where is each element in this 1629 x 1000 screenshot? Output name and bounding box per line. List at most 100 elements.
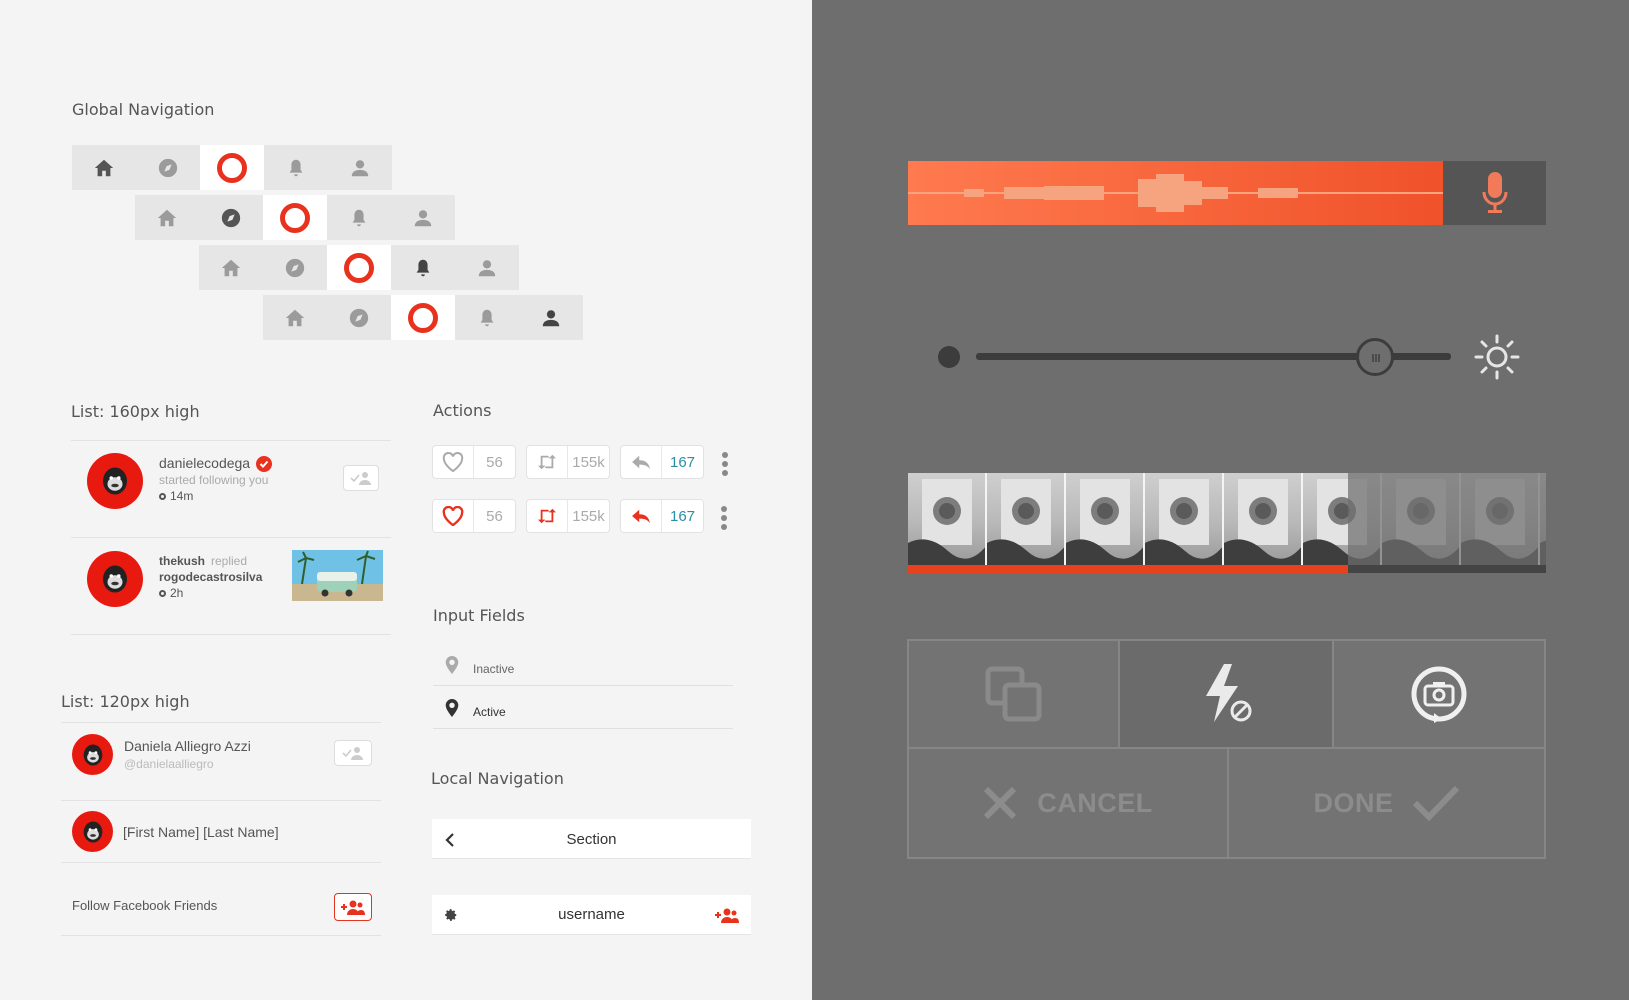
nav-notifications-tab[interactable] (455, 295, 519, 340)
nav-camera-tab[interactable] (327, 245, 391, 290)
nav-explore-tab[interactable] (327, 295, 391, 340)
add-friends-icon[interactable] (713, 907, 741, 923)
list-item-name[interactable]: [First Name] [Last Name] (123, 824, 279, 840)
compass-icon (158, 158, 178, 177)
capture-ring-icon (408, 302, 438, 333)
nav-notifications-tab[interactable] (327, 195, 391, 240)
brightness-sun-icon[interactable] (1474, 334, 1520, 380)
timeline-remaining (1348, 565, 1546, 573)
reply-count: 167 (661, 500, 703, 532)
global-nav-explore-active (135, 195, 455, 240)
repost-count: 155k (567, 446, 609, 478)
location-pin-icon (445, 656, 459, 674)
multi-capture-button[interactable] (907, 639, 1120, 749)
divider (61, 935, 381, 936)
global-nav-home-active (72, 145, 392, 190)
inactive-input[interactable]: Inactive (433, 652, 733, 686)
like-count: 56 (473, 500, 515, 532)
switch-camera-button[interactable] (1332, 639, 1546, 749)
follow-button[interactable] (334, 740, 372, 766)
video-frame (1224, 473, 1303, 565)
nav-explore-tab[interactable] (136, 145, 200, 190)
repost-count: 155k (567, 500, 609, 532)
component-sheet: Global Navigation List: 160px high danie… (0, 0, 812, 1000)
home-icon (157, 209, 177, 226)
list-item-username[interactable]: thekush (159, 554, 205, 568)
local-nav-bar: Section (432, 819, 751, 859)
cancel-button[interactable]: CANCEL (907, 747, 1229, 859)
repost-icon (538, 454, 556, 470)
avatar (87, 453, 143, 509)
avatar (72, 811, 113, 852)
done-button[interactable]: DONE (1227, 747, 1546, 859)
reply-action[interactable]: 167 (620, 445, 704, 479)
section-title-list-120: List: 120px high (61, 692, 190, 711)
bell-icon (352, 209, 366, 226)
nav-profile-tab[interactable] (391, 195, 455, 240)
microphone-button[interactable] (1443, 161, 1546, 225)
list-item[interactable]: danielecodega started following you 14m (71, 441, 391, 537)
home-icon (221, 259, 241, 276)
nav-camera-tab[interactable] (200, 145, 264, 190)
add-friends-icon (341, 900, 365, 915)
post-thumbnail[interactable] (292, 550, 383, 601)
list-item-username[interactable]: danielecodega (159, 455, 250, 471)
inactive-input-placeholder: Inactive (473, 662, 515, 676)
nav-notifications-tab[interactable] (391, 245, 455, 290)
list-item[interactable]: [First Name] [Last Name] (61, 808, 381, 858)
nav-home-tab[interactable] (135, 195, 199, 240)
list-item[interactable]: Daniela Alliegro Azzi @danielaalliegro (61, 723, 381, 783)
divider (61, 862, 381, 863)
video-timeline[interactable] (908, 473, 1546, 573)
profile-nav-bar: username (432, 895, 751, 935)
audio-waveform (908, 174, 1443, 212)
repost-icon (538, 508, 556, 524)
compass-icon (221, 208, 241, 227)
list-item-name[interactable]: Daniela Alliegro Azzi (124, 738, 251, 754)
reply-icon (632, 455, 650, 470)
like-action-active[interactable]: 56 (432, 499, 516, 533)
section-title-local-nav: Local Navigation (431, 769, 564, 788)
flash-off-icon (1206, 664, 1252, 722)
person-icon (542, 309, 560, 326)
timeline-progress (908, 565, 1348, 573)
switch-camera-icon (1411, 666, 1467, 723)
nav-home-tab[interactable] (199, 245, 263, 290)
nav-profile-tab[interactable] (328, 145, 392, 190)
brightness-slider-thumb[interactable] (1356, 338, 1394, 376)
like-action[interactable]: 56 (432, 445, 516, 479)
repost-action-active[interactable]: 155k (526, 499, 610, 533)
follow-button[interactable] (343, 465, 379, 491)
nav-home-tab[interactable] (263, 295, 327, 340)
list-item-handle: @danielaalliegro (124, 757, 214, 771)
divider (71, 634, 391, 635)
repost-action[interactable]: 155k (526, 445, 610, 479)
van-photo (292, 550, 383, 601)
local-nav-title: Section (566, 831, 617, 848)
bell-icon (480, 309, 494, 326)
more-options-icon[interactable] (720, 506, 728, 533)
capture-ring-icon (280, 202, 310, 233)
location-pin-icon (445, 699, 459, 717)
nav-camera-tab[interactable] (263, 195, 327, 240)
add-friends-button[interactable] (334, 893, 372, 921)
like-count: 56 (473, 446, 515, 478)
more-options-icon[interactable] (721, 452, 729, 479)
nav-home-tab[interactable] (72, 145, 136, 190)
flash-off-button[interactable] (1118, 639, 1334, 749)
list-item-target-user[interactable]: rogodecastrosilva (159, 570, 262, 584)
nav-profile-tab[interactable] (455, 245, 519, 290)
nav-explore-tab[interactable] (263, 245, 327, 290)
home-icon (285, 309, 305, 326)
nav-notifications-tab[interactable] (264, 145, 328, 190)
active-input[interactable]: Active (433, 695, 733, 729)
follow-facebook-row[interactable]: Follow Facebook Friends (61, 877, 381, 933)
nav-camera-tab[interactable] (391, 295, 455, 340)
list-item[interactable]: thekush replied rogodecastrosilva 2h (71, 538, 391, 634)
nav-profile-tab[interactable] (519, 295, 583, 340)
compass-icon (285, 258, 305, 277)
global-nav-profile-active (263, 295, 583, 340)
nav-explore-tab[interactable] (199, 195, 263, 240)
gorilla-icon (83, 821, 102, 842)
reply-action-active[interactable]: 167 (620, 499, 704, 533)
